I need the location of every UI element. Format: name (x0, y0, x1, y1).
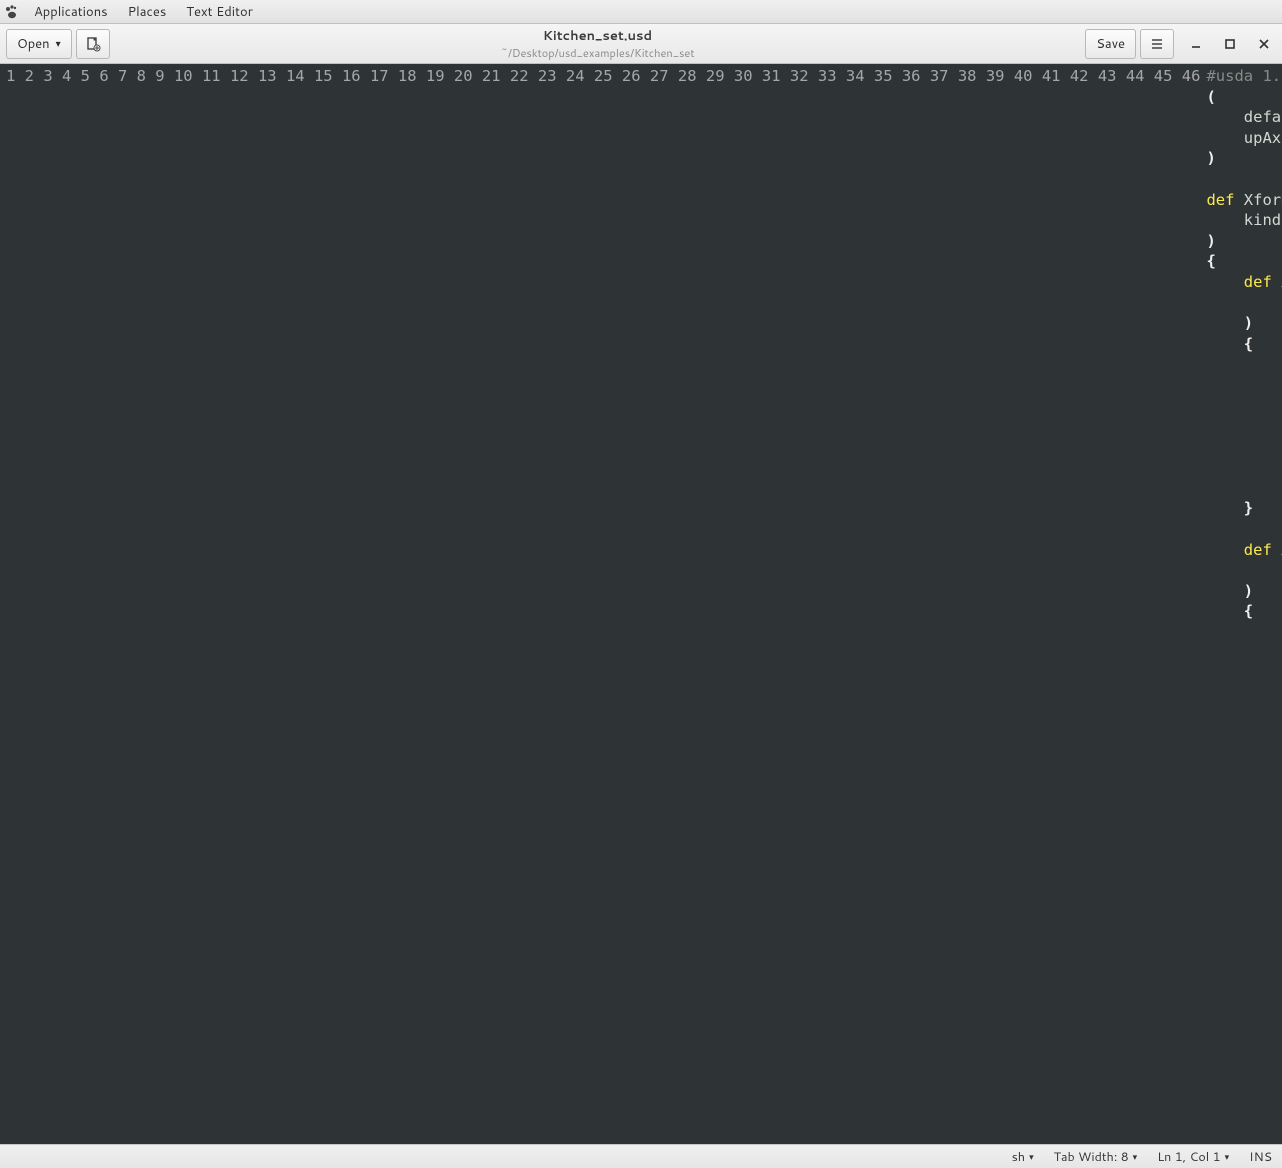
hamburger-menu-button[interactable] (1140, 29, 1174, 59)
places-menu[interactable]: Places (118, 3, 177, 21)
hamburger-icon (1149, 36, 1165, 52)
document-path: ~/Desktop/usd_examples/Kitchen_set (500, 45, 694, 61)
line-number-gutter: 1 2 3 4 5 6 7 8 9 10 11 12 13 14 15 16 1… (0, 64, 1206, 1144)
language-selector[interactable]: sh▾ (1012, 1148, 1034, 1166)
document-new-icon (85, 36, 101, 52)
insert-mode[interactable]: INS (1249, 1148, 1272, 1166)
cursor-position[interactable]: Ln 1, Col 1▾ (1157, 1148, 1229, 1166)
window-maximize-button[interactable] (1218, 32, 1242, 56)
save-label: Save (1096, 35, 1125, 53)
chevron-down-icon: ▾ (1225, 1150, 1230, 1163)
window-minimize-button[interactable] (1184, 32, 1208, 56)
applications-menu[interactable]: Applications (24, 3, 118, 21)
text-editor-area[interactable]: 1 2 3 4 5 6 7 8 9 10 11 12 13 14 15 16 1… (0, 64, 1282, 1144)
minimize-icon (1190, 38, 1202, 50)
close-icon (1258, 38, 1270, 50)
current-app-menu[interactable]: Text Editor (176, 3, 263, 21)
editor-window: Open ▾ Kitchen_set.usd ~/Desktop/usd_exa… (0, 24, 1282, 1168)
header-bar: Open ▾ Kitchen_set.usd ~/Desktop/usd_exa… (0, 24, 1282, 64)
window-close-button[interactable] (1252, 32, 1276, 56)
maximize-icon (1224, 38, 1236, 50)
chevron-down-icon: ▾ (56, 37, 61, 51)
save-button[interactable]: Save (1085, 29, 1136, 59)
document-title: Kitchen_set.usd (543, 27, 652, 45)
chevron-down-icon: ▾ (1133, 1150, 1138, 1163)
tab-width-selector[interactable]: Tab Width: 8▾ (1054, 1148, 1138, 1166)
chevron-down-icon: ▾ (1029, 1150, 1034, 1163)
desktop-top-panel: Applications Places Text Editor (0, 0, 1282, 24)
open-label: Open (17, 35, 50, 53)
gnome-foot-icon (4, 4, 20, 20)
open-button[interactable]: Open ▾ (6, 29, 72, 59)
status-bar: sh▾ Tab Width: 8▾ Ln 1, Col 1▾ INS (0, 1144, 1282, 1168)
code-content[interactable]: #usda 1.0 ( defaultPrim = "Kitchen_set" … (1206, 64, 1282, 1144)
new-document-button[interactable] (76, 29, 110, 59)
